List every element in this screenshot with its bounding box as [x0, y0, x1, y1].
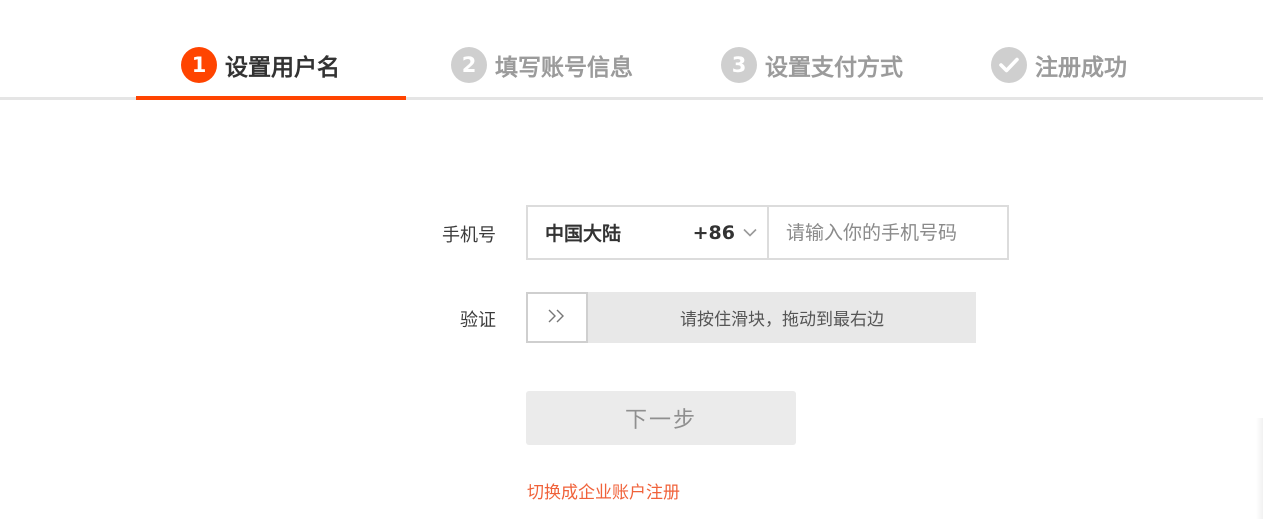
step-3-number-icon: 3 [721, 47, 757, 83]
step-4-label: 注册成功 [1035, 55, 1127, 81]
slider-handle[interactable] [526, 292, 588, 343]
country-name: 中国大陆 [545, 223, 622, 245]
phone-input-group: 中国大陆 +86 [526, 205, 1009, 260]
step-1-number-icon: 1 [181, 47, 217, 83]
checkmark-icon [991, 47, 1027, 83]
country-select[interactable]: 中国大陆 +86 [526, 205, 769, 260]
step-3-label: 设置支付方式 [765, 55, 903, 81]
step-progress-bar: 1 设置用户名 2 填写账号信息 3 设置支付方式 注册成功 [0, 0, 1263, 100]
step-3: 3 设置支付方式 [721, 45, 903, 85]
phone-number-input[interactable] [769, 205, 1009, 260]
registration-page: 1 设置用户名 2 填写账号信息 3 设置支付方式 注册成功 手机号 中国大陆 … [0, 0, 1263, 519]
slider-captcha-track: 请按住滑块，拖动到最右边 [526, 292, 976, 343]
next-step-button[interactable]: 下一步 [526, 391, 796, 445]
slider-hint-text: 请按住滑块，拖动到最右边 [680, 310, 884, 330]
chevron-down-icon [743, 226, 757, 240]
step-2-number-icon: 2 [451, 47, 487, 83]
step-2: 2 填写账号信息 [451, 45, 633, 85]
step-1-label: 设置用户名 [225, 55, 340, 81]
phone-label: 手机号 [442, 225, 496, 246]
double-chevron-right-icon [547, 308, 567, 328]
side-panel-edge [1256, 418, 1263, 519]
step-2-label: 填写账号信息 [495, 55, 633, 81]
active-step-underline [136, 96, 406, 100]
switch-enterprise-link[interactable]: 切换成企业账户注册 [527, 478, 680, 503]
country-code: +86 [692, 221, 735, 244]
step-1: 1 设置用户名 [181, 45, 340, 85]
verify-label: 验证 [460, 310, 496, 331]
step-4: 注册成功 [991, 45, 1127, 85]
